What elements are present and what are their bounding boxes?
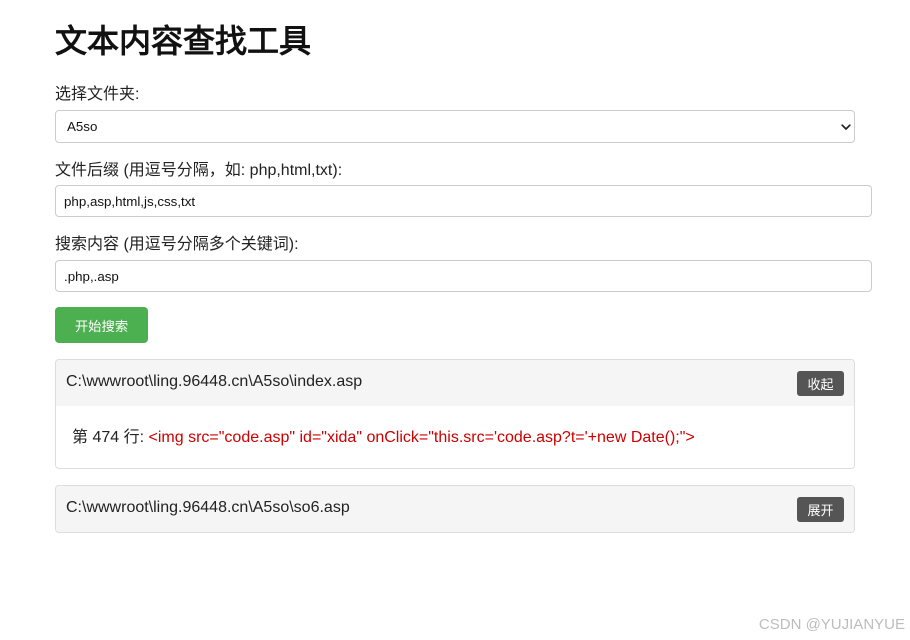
result-file-path: C:\wwwroot\ling.96448.cn\A5so\index.asp bbox=[66, 373, 363, 390]
page: 文本内容查找工具 选择文件夹: A5so 文件后缀 (用逗号分隔，如: php,… bbox=[0, 0, 910, 640]
folder-label: 选择文件夹: bbox=[55, 86, 140, 103]
folder-select-wrap[interactable]: A5so bbox=[55, 110, 855, 143]
start-search-button[interactable]: 开始搜索 bbox=[55, 307, 148, 343]
watermark: CSDN @YUJIANYUE bbox=[758, 616, 905, 633]
result-header[interactable]: C:\wwwroot\ling.96448.cn\A5so\so6.asp 展开 bbox=[56, 486, 854, 532]
result-header[interactable]: C:\wwwroot\ling.96448.cn\A5so\index.asp … bbox=[56, 360, 854, 406]
keywords-input[interactable] bbox=[55, 260, 872, 292]
result-body: 第 474 行: <img src="code.asp" id="xida" o… bbox=[56, 406, 854, 448]
result-file-path: C:\wwwroot\ling.96448.cn\A5so\so6.asp bbox=[66, 499, 350, 516]
page-title: 文本内容查找工具 bbox=[55, 23, 312, 59]
keywords-label: 搜索内容 (用逗号分隔多个关键词): bbox=[55, 236, 299, 253]
result-item: C:\wwwroot\ling.96448.cn\A5so\index.asp … bbox=[55, 359, 855, 469]
collapse-button[interactable]: 收起 bbox=[797, 371, 844, 396]
match-line-number: 第 474 行: bbox=[72, 429, 145, 446]
extensions-label: 文件后缀 (用逗号分隔，如: php,html,txt): bbox=[55, 162, 343, 179]
result-item: C:\wwwroot\ling.96448.cn\A5so\so6.asp 展开 bbox=[55, 485, 855, 533]
extensions-input[interactable] bbox=[55, 185, 872, 217]
expand-button[interactable]: 展开 bbox=[797, 497, 844, 522]
folder-select[interactable]: A5so bbox=[55, 110, 855, 143]
match-code: <img src="code.asp" id="xida" onClick="t… bbox=[148, 429, 695, 446]
